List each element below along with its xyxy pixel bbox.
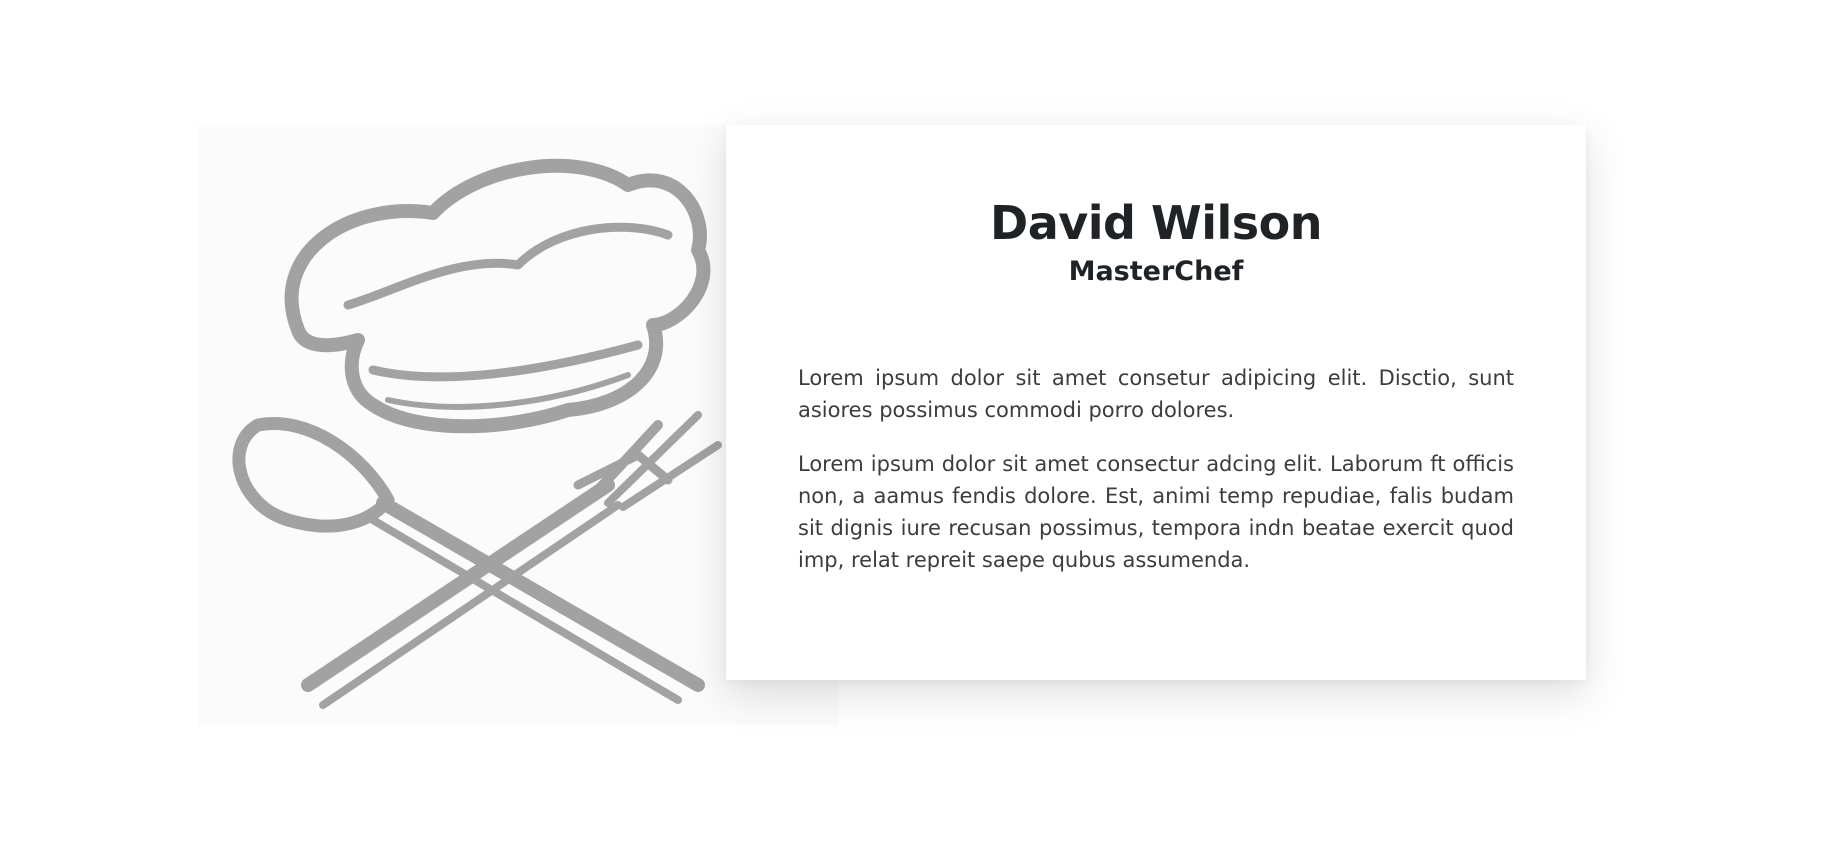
profile-name: David Wilson xyxy=(990,196,1322,250)
bio-paragraph: Lorem ipsum dolor sit amet consetur adip… xyxy=(798,366,1514,423)
bio-paragraph: Lorem ipsum dolor sit amet consectur adc… xyxy=(798,452,1514,573)
profile-card: David Wilson MasterChef Lorem ipsum dolo… xyxy=(726,125,1586,680)
profile-bio: Lorem ipsum dolor sit amet consetur adip… xyxy=(798,362,1514,576)
profile-section: David Wilson MasterChef Lorem ipsum dolo… xyxy=(0,0,1848,841)
profile-title: MasterChef xyxy=(1068,255,1244,287)
